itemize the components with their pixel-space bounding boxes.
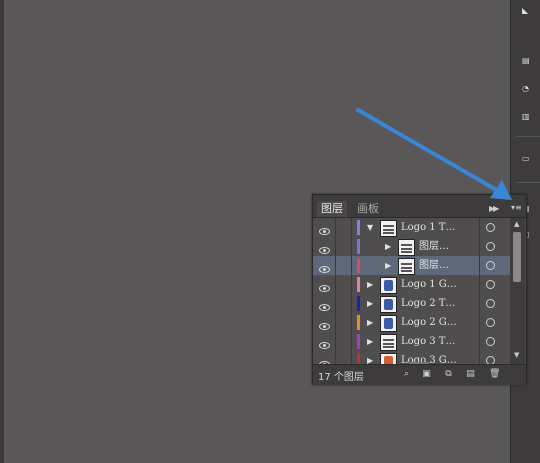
annotation-arrow	[356, 108, 512, 200]
